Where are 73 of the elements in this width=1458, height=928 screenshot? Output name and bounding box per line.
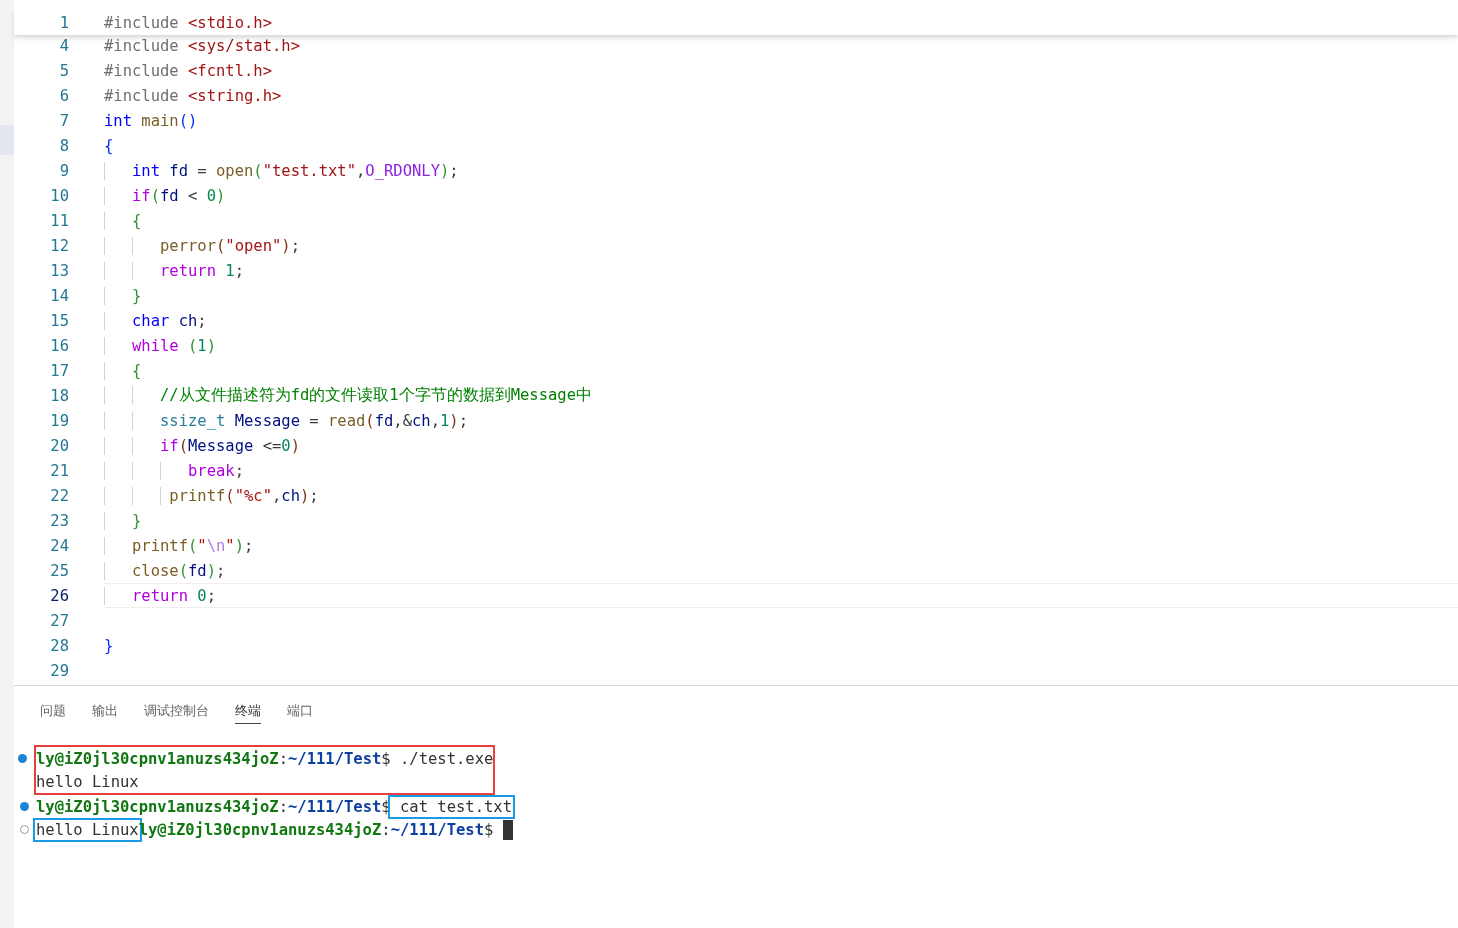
line-number: 8 xyxy=(58,136,69,155)
line-number: 1 xyxy=(58,13,69,32)
line-number: 5 xyxy=(58,61,69,80)
line-number: 20 xyxy=(49,436,69,455)
panel-tab[interactable]: 输出 xyxy=(92,698,118,724)
code-line: { xyxy=(104,361,142,380)
line-number: 12 xyxy=(49,236,69,255)
line-number: 29 xyxy=(49,661,69,680)
prompt-user: ly@iZ0jl30cpnv1anuzs434joZ xyxy=(36,797,279,816)
code-line: #include <stdio.h> xyxy=(104,13,272,32)
strip-highlight xyxy=(0,125,14,155)
command-status-icon[interactable] xyxy=(20,802,29,811)
terminal-text: hello Linux xyxy=(36,772,139,791)
line-number: 19 xyxy=(49,411,69,430)
code-line: printf("\n"); xyxy=(104,536,254,555)
code-line: perror("open"); xyxy=(104,236,301,255)
code-line: //从文件描述符为fd的文件读取1个字节的数据到Message中 xyxy=(104,385,592,406)
line-number: 27 xyxy=(49,611,69,630)
line-number: 21 xyxy=(49,461,69,480)
line-number: 15 xyxy=(49,311,69,330)
line-number: 24 xyxy=(49,536,69,555)
line-number: 10 xyxy=(49,186,69,205)
line-number: 16 xyxy=(49,336,69,355)
terminal-text: $ ./test.exe xyxy=(381,749,494,768)
line-number: 28 xyxy=(49,636,69,655)
line-number: 7 xyxy=(58,111,69,130)
code-line: #include <sys/stat.h> xyxy=(104,36,300,55)
prompt-user: ly@iZ0jl30cpnv1anuzs434joZ xyxy=(36,749,279,768)
code-line: if(fd < 0) xyxy=(104,186,226,205)
terminal-text: : xyxy=(278,749,288,768)
line-number: 13 xyxy=(49,261,69,280)
line-number: 23 xyxy=(49,511,69,530)
code-line: { xyxy=(104,136,114,155)
panel-tab[interactable]: 终端 xyxy=(235,698,261,724)
prompt-path: ~/111/Test xyxy=(390,820,484,839)
line-number: 25 xyxy=(49,561,69,580)
line-number: 17 xyxy=(49,361,69,380)
code-line: char ch; xyxy=(104,311,207,330)
line-number: 22 xyxy=(49,486,69,505)
prompt-path: ~/111/Test xyxy=(288,797,382,816)
code-line: printf("%c",ch); xyxy=(104,486,319,505)
code-line: #include <string.h> xyxy=(104,86,282,105)
code-line: return 0; xyxy=(104,586,216,605)
code-line: } xyxy=(104,636,114,655)
terminal-text: $ xyxy=(483,820,494,839)
prompt-path: ~/111/Test xyxy=(288,749,382,768)
panel-tab[interactable]: 端口 xyxy=(287,698,313,724)
line-number: 18 xyxy=(49,386,69,405)
code-line: return 1; xyxy=(104,261,244,280)
line-number: 14 xyxy=(49,286,69,305)
code-line: if(Message <=0) xyxy=(104,436,301,455)
code-line: close(fd); xyxy=(104,561,226,580)
line-number: 4 xyxy=(58,36,69,55)
highlighted-text: cat test.txt xyxy=(390,797,512,816)
highlighted-text: hello Linux xyxy=(36,820,139,839)
panel-tab[interactable]: 调试控制台 xyxy=(144,698,209,724)
line-number: 9 xyxy=(58,161,69,180)
code-line: int fd = open("test.txt",O_RDONLY); xyxy=(104,161,459,180)
terminal-text: : xyxy=(381,820,391,839)
code-line: } xyxy=(104,511,142,530)
panel-tab[interactable]: 问题 xyxy=(40,698,66,724)
code-line: int main() xyxy=(104,111,198,130)
code-line: } xyxy=(104,286,142,305)
code-line: break; xyxy=(104,461,244,480)
line-number: 26 xyxy=(49,586,69,605)
line-number: 11 xyxy=(49,211,69,230)
command-status-icon[interactable] xyxy=(18,754,27,763)
line-number: 6 xyxy=(58,86,69,105)
terminal-text: : xyxy=(278,797,288,816)
code-line: ssize_t Message = read(fd,&ch,1); xyxy=(104,411,469,430)
code-line: #include <fcntl.h> xyxy=(104,61,272,80)
code-line: while (1) xyxy=(104,336,217,355)
code-line: { xyxy=(104,211,142,230)
